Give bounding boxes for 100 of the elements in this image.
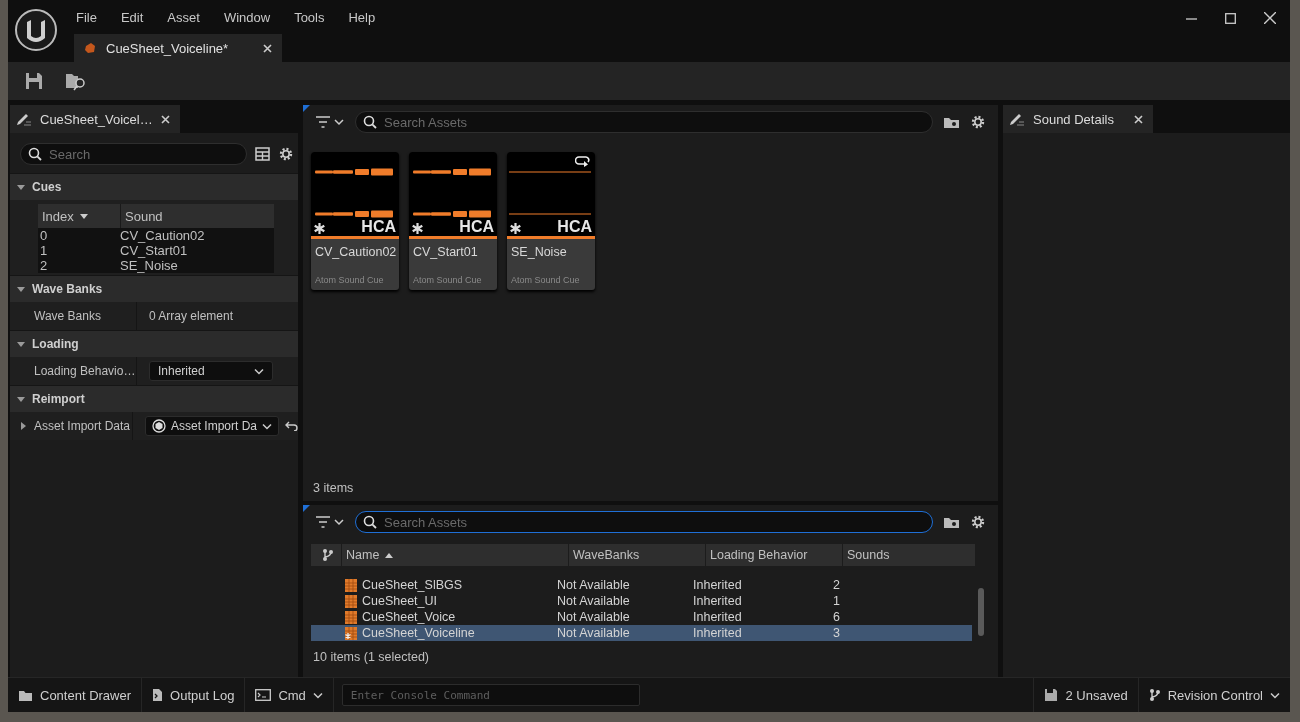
item-count: 10 items (1 selected) <box>312 649 431 664</box>
column-header[interactable]: Index <box>38 204 121 228</box>
document-tab[interactable]: CueSheet_Voiceline* <box>74 34 282 62</box>
panel-tab[interactable]: Sound Details <box>1003 105 1153 133</box>
asset-tile[interactable]: HCA CV_Start01 Atom Sound Cue <box>409 152 497 290</box>
asset-type: Atom Sound Cue <box>412 275 483 287</box>
table-view-icon[interactable] <box>255 147 270 161</box>
section-header[interactable]: Wave Banks <box>10 275 298 302</box>
chevron-down-icon <box>1270 691 1280 699</box>
menu-item[interactable]: Window <box>211 10 283 25</box>
search-field[interactable]: Search Assets <box>355 511 933 533</box>
asterisk-icon <box>314 223 325 234</box>
search-field[interactable]: Search <box>20 143 247 165</box>
dropdown[interactable]: Inherited <box>149 361 273 381</box>
browse-folder-icon[interactable] <box>65 71 87 91</box>
table-cell-text: Not Available <box>556 578 631 592</box>
settings-icon[interactable] <box>970 114 986 130</box>
menu-item[interactable]: Help <box>336 10 388 25</box>
console-input[interactable]: Enter Console Command <box>341 684 640 706</box>
asset-tile[interactable]: HCA SE_Noise Atom Sound Cue <box>507 152 595 290</box>
content-drawer-button[interactable]: Content Drawer <box>8 678 143 712</box>
corner-marker-icon <box>303 105 310 112</box>
tab-title: CueSheet_Voiceline* <box>106 40 230 56</box>
expander-icon[interactable] <box>16 182 26 192</box>
item-count: 3 items <box>312 481 355 497</box>
section-header[interactable]: Cues <box>10 173 298 200</box>
column-header[interactable]: WaveBanks <box>569 544 706 566</box>
cube-icon <box>152 419 166 433</box>
asset-row[interactable]: CueSheet_Voiceline Not Available Inherited 3 <box>311 625 972 641</box>
pencil-icon <box>1009 112 1025 126</box>
search-icon <box>363 115 377 129</box>
close-icon[interactable] <box>1264 12 1276 24</box>
asset-row[interactable]: CueSheet_SlBGS Not Available Inherited 2 <box>311 577 972 593</box>
table-cell-text: Inherited <box>692 626 743 640</box>
menu-item[interactable]: Asset <box>155 10 212 25</box>
cmd-button[interactable]: Cmd <box>245 678 334 712</box>
dropdown[interactable]: Asset Import Da <box>145 416 279 436</box>
output-log-button[interactable]: Output Log <box>142 678 246 712</box>
property-label: Wave Banks <box>34 309 101 323</box>
scrollbar-thumb[interactable] <box>978 588 984 636</box>
menu-item[interactable]: Tools <box>282 10 337 25</box>
tab-title: Sound Details <box>1033 111 1115 127</box>
property-label: Asset Import Data <box>34 419 131 433</box>
menu-item[interactable]: File <box>64 10 109 25</box>
folder-icon[interactable] <box>943 515 960 529</box>
revision-control-button[interactable]: Revision Control <box>1137 678 1290 712</box>
asterisk-icon <box>412 223 423 234</box>
asset-type: Atom Sound Cue <box>510 275 581 287</box>
table-cell-text: 1 <box>832 594 841 608</box>
expander-icon[interactable] <box>18 421 28 431</box>
asset-name: CueSheet_Voiceline <box>362 626 475 640</box>
panel-tab[interactable]: CueSheet_Voicel… <box>10 105 180 133</box>
logo-icon[interactable] <box>14 8 58 52</box>
asset-row[interactable]: CueSheet_UI Not Available Inherited 1 <box>311 593 972 609</box>
search-icon <box>363 515 377 529</box>
pencil-icon <box>16 112 32 126</box>
unsaved-button[interactable]: 2 Unsaved <box>1033 678 1138 712</box>
asset-name: CV_Start01 <box>412 244 479 261</box>
chevron-down-icon <box>262 422 272 430</box>
expander-icon[interactable] <box>16 394 26 404</box>
search-field[interactable]: Search Assets <box>355 111 933 133</box>
expander-icon[interactable] <box>16 284 26 294</box>
section-header[interactable]: Loading <box>10 330 298 357</box>
format-label: HCA <box>459 218 494 236</box>
table-cell-text: 6 <box>832 610 841 624</box>
close-icon[interactable] <box>1134 114 1143 124</box>
close-icon[interactable] <box>263 43 272 53</box>
format-label: HCA <box>361 218 396 236</box>
filter-icon[interactable] <box>315 515 345 529</box>
column-header[interactable]: Name <box>342 544 569 566</box>
branch-icon[interactable] <box>322 548 334 562</box>
save-icon[interactable] <box>25 72 43 90</box>
menu-item[interactable]: Edit <box>108 10 156 25</box>
table-cell-text: 1 <box>39 243 49 258</box>
table-cell-text: 2 <box>832 578 841 592</box>
folder-icon[interactable] <box>943 115 960 129</box>
maximize-icon[interactable] <box>1225 12 1236 24</box>
reset-arrow-icon[interactable] <box>285 421 298 431</box>
chevron-down-icon <box>254 367 264 375</box>
expander-icon[interactable] <box>16 339 26 349</box>
asset-row[interactable]: CueSheet_Voice Not Available Inherited 6 <box>311 609 972 625</box>
column-header[interactable]: Loading Behavior <box>706 544 843 566</box>
table-cell-text: SE_Noise <box>119 258 178 273</box>
column-header[interactable]: Sounds <box>843 544 976 566</box>
asset-name: CueSheet_SlBGS <box>362 578 463 592</box>
format-label: HCA <box>557 218 592 236</box>
console-icon <box>255 689 272 701</box>
section-header[interactable]: Reimport <box>10 385 298 412</box>
asset-name: CueSheet_UI <box>362 594 438 608</box>
table-cell-text: Not Available <box>556 594 631 608</box>
settings-icon[interactable] <box>970 514 986 530</box>
settings-icon[interactable] <box>278 146 294 162</box>
column-header[interactable]: Sound <box>121 204 163 228</box>
sort-icon <box>79 213 88 219</box>
section-title: Cues <box>32 180 62 194</box>
filter-icon[interactable] <box>315 115 345 129</box>
asterisk-icon <box>510 223 521 234</box>
table-cell-text: CV_Caution02 <box>119 228 205 243</box>
close-icon[interactable] <box>160 114 170 124</box>
asset-tile[interactable]: HCA CV_Caution02 Atom Sound Cue <box>311 152 399 290</box>
